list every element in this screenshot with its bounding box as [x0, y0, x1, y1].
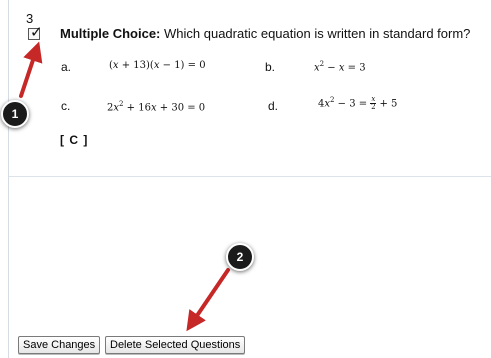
save-changes-button[interactable]: Save Changes: [18, 336, 101, 354]
question-select-checkbox[interactable]: ✓: [28, 23, 43, 41]
choice-a-letter: a.: [61, 60, 72, 74]
arrow-1: [19, 41, 43, 98]
annotation-badge-1: 1: [1, 100, 29, 128]
arrow-2: [186, 268, 230, 332]
annotation-arrows: [19, 41, 230, 332]
frame-border: [8, 0, 9, 358]
checkmark-icon: ✓: [30, 23, 43, 41]
question-type-label: Multiple Choice:: [60, 26, 161, 41]
choice-c-equation: 2x2 + 16x + 30 = 0: [107, 100, 206, 114]
annotation-badge-2: 2: [226, 243, 254, 271]
choice-d-letter: d.: [268, 99, 279, 113]
choice-a-equation: (x + 13)(x − 1) = 0: [109, 60, 206, 71]
choice-d-equation: 4x2 − 3 = x2 + 5: [318, 95, 398, 112]
choice-b-equation: x2 − x = 3: [314, 60, 366, 74]
delete-selected-questions-button[interactable]: Delete Selected Questions: [105, 336, 246, 354]
question-text: Multiple Choice: Which quadratic equatio…: [60, 26, 470, 41]
section-divider: [9, 176, 491, 177]
choice-c-letter: c.: [61, 99, 71, 113]
correct-answer: [ C ]: [60, 133, 89, 147]
choice-b-letter: b.: [265, 60, 276, 74]
question-prompt: Which quadratic equation is written in s…: [164, 26, 471, 41]
